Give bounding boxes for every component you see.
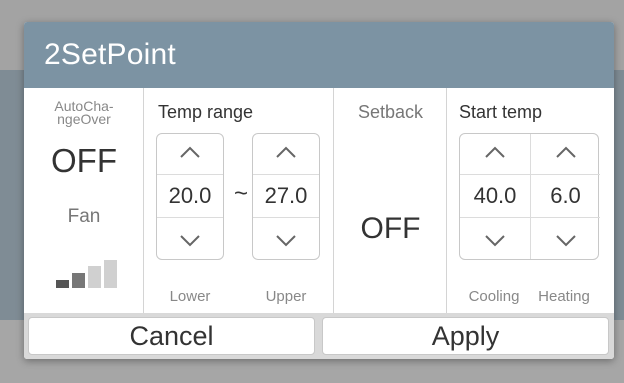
- cancel-button[interactable]: Cancel: [28, 317, 315, 355]
- two-setpoint-dialog: 2SetPoint AutoCha- ngeOver OFF Fan Temp …: [24, 22, 614, 359]
- autochangeover-value[interactable]: OFF: [24, 142, 144, 180]
- chevron-up-icon: [180, 146, 200, 158]
- chevron-down-icon: [555, 235, 576, 247]
- autochangeover-section: AutoCha- ngeOver OFF Fan: [24, 88, 144, 313]
- setback-title: Setback: [357, 102, 424, 122]
- heating-down-button[interactable]: [531, 223, 600, 259]
- upper-temp-down-button[interactable]: [253, 223, 319, 259]
- cooling-value: 40.0: [460, 174, 530, 218]
- lower-temp-stepper: 20.0: [156, 133, 224, 260]
- apply-button[interactable]: Apply: [322, 317, 609, 355]
- heating-label: Heating: [538, 288, 590, 305]
- cooling-down-button[interactable]: [460, 223, 530, 259]
- fan-level-bar-2: [72, 273, 85, 288]
- setback-section: Setback OFF: [334, 88, 447, 313]
- start-temp-stepper-group: 40.0 6.0: [459, 133, 600, 260]
- dialog-title: 2SetPoint: [44, 38, 176, 71]
- autochangeover-label: AutoCha- ngeOver: [54, 98, 114, 127]
- lower-temp-up-button[interactable]: [157, 134, 223, 170]
- chevron-up-icon: [485, 146, 505, 158]
- chevron-up-icon: [555, 146, 576, 158]
- fan-level-bar-1: [56, 280, 69, 288]
- heating-up-button[interactable]: [531, 134, 600, 170]
- setback-value[interactable]: OFF: [334, 212, 447, 246]
- cooling-up-button[interactable]: [460, 134, 530, 170]
- cooling-stepper: 40.0: [460, 134, 530, 259]
- dialog-button-row: Cancel Apply: [24, 313, 614, 359]
- temp-range-section: Temp range 20.0 ~ 27.0 Lower Upper: [144, 88, 334, 313]
- start-temp-title: Start temp: [459, 102, 543, 122]
- chevron-down-icon: [485, 235, 505, 247]
- fan-level-bar-3: [88, 266, 101, 288]
- upper-temp-stepper: 27.0: [252, 133, 320, 260]
- dialog-body: AutoCha- ngeOver OFF Fan Temp range 20.0: [24, 88, 614, 313]
- range-separator: ~: [234, 180, 249, 207]
- upper-temp-up-button[interactable]: [253, 134, 319, 170]
- heating-stepper: 6.0: [530, 134, 600, 259]
- chevron-up-icon: [276, 146, 296, 158]
- chevron-down-icon: [276, 235, 296, 247]
- lower-temp-value: 20.0: [157, 174, 223, 218]
- upper-label: Upper: [265, 288, 307, 305]
- temp-range-title: Temp range: [158, 102, 254, 122]
- upper-temp-value: 27.0: [253, 174, 319, 218]
- lower-label: Lower: [169, 288, 211, 305]
- dialog-titlebar: 2SetPoint: [24, 22, 614, 88]
- lower-temp-down-button[interactable]: [157, 223, 223, 259]
- fan-level-bars-icon[interactable]: [56, 260, 117, 288]
- fan-label: Fan: [67, 206, 101, 227]
- heating-value: 6.0: [531, 174, 600, 218]
- fan-level-bar-4: [104, 260, 117, 288]
- start-temp-section: Start temp 40.0 6.0 Cooling Heating: [447, 88, 614, 313]
- cooling-label: Cooling: [468, 288, 520, 305]
- chevron-down-icon: [180, 235, 200, 247]
